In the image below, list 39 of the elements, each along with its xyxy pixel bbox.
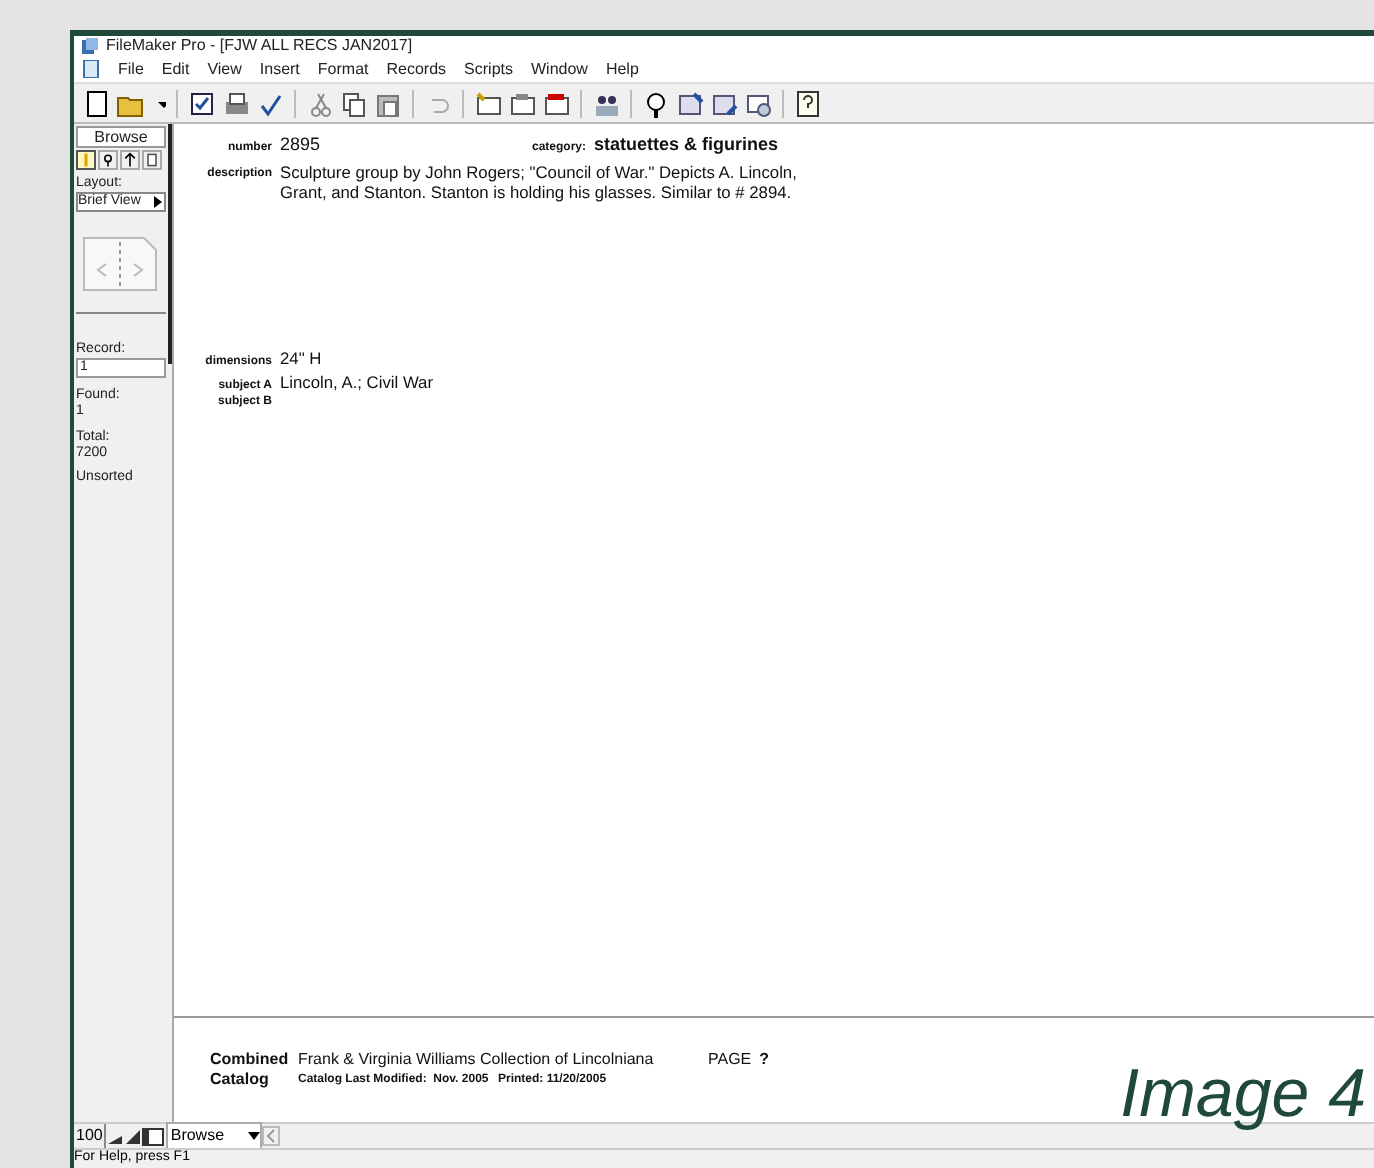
menu-item[interactable]: Records <box>386 61 447 77</box>
caret-icon <box>248 1132 261 1140</box>
field-value: Sculpture group by John Rogers; "Council of War." Depicts A. Lincoln, Grant, and Stanton. Stanton is holding his glasses. Similar to # 2894. <box>280 161 799 201</box>
pencil-icon[interactable] <box>76 150 96 170</box>
mode-dropdown[interactable]: Browse <box>166 1122 263 1150</box>
arrow-right-icon <box>152 194 164 210</box>
find-icon[interactable] <box>642 89 670 117</box>
menu-item[interactable]: Edit <box>161 61 190 77</box>
menu-item[interactable]: File <box>118 61 144 77</box>
footer-title: Combined <box>210 1050 291 1070</box>
image-caption: Image 4 <box>1120 1054 1366 1134</box>
help-icon[interactable] <box>794 89 822 117</box>
copy-icon[interactable] <box>340 89 368 117</box>
new-document-icon[interactable] <box>82 89 110 117</box>
page-icon[interactable] <box>142 150 162 170</box>
magnifier-icon[interactable] <box>98 150 118 170</box>
scissors-icon[interactable] <box>306 89 334 117</box>
menu-item[interactable]: Insert <box>259 61 300 77</box>
page-number: ? <box>759 1050 770 1070</box>
document-icon[interactable] <box>82 60 100 78</box>
menu-item[interactable]: View <box>207 61 242 77</box>
field-value: 24" H <box>280 345 322 371</box>
collection-name: Frank & Virginia Williams Collection of Lincolniana <box>298 1050 656 1070</box>
clipboard-icon[interactable] <box>374 89 402 117</box>
mode-label: Browse <box>76 126 166 148</box>
printer-icon[interactable] <box>222 89 250 117</box>
page-label: PAGE <box>708 1050 752 1070</box>
menu-item[interactable]: Scripts <box>464 61 513 77</box>
window-title: FileMaker Pro - [FJW ALL RECS JAN2017] <box>106 38 413 54</box>
checkbox-icon[interactable] <box>188 89 216 117</box>
field-value: statuettes & figurines <box>594 132 779 158</box>
menu-item[interactable]: Window <box>531 61 588 77</box>
menu-item[interactable]: Help <box>605 61 639 77</box>
footer-title: Catalog <box>210 1070 271 1090</box>
field-value: Lincoln, A.; Civil War <box>280 369 433 395</box>
menu-item[interactable]: Format <box>317 61 369 77</box>
status-area-toggle-icon[interactable] <box>142 1127 165 1145</box>
field-value: 2895 <box>280 132 323 158</box>
app-icon <box>82 38 98 54</box>
